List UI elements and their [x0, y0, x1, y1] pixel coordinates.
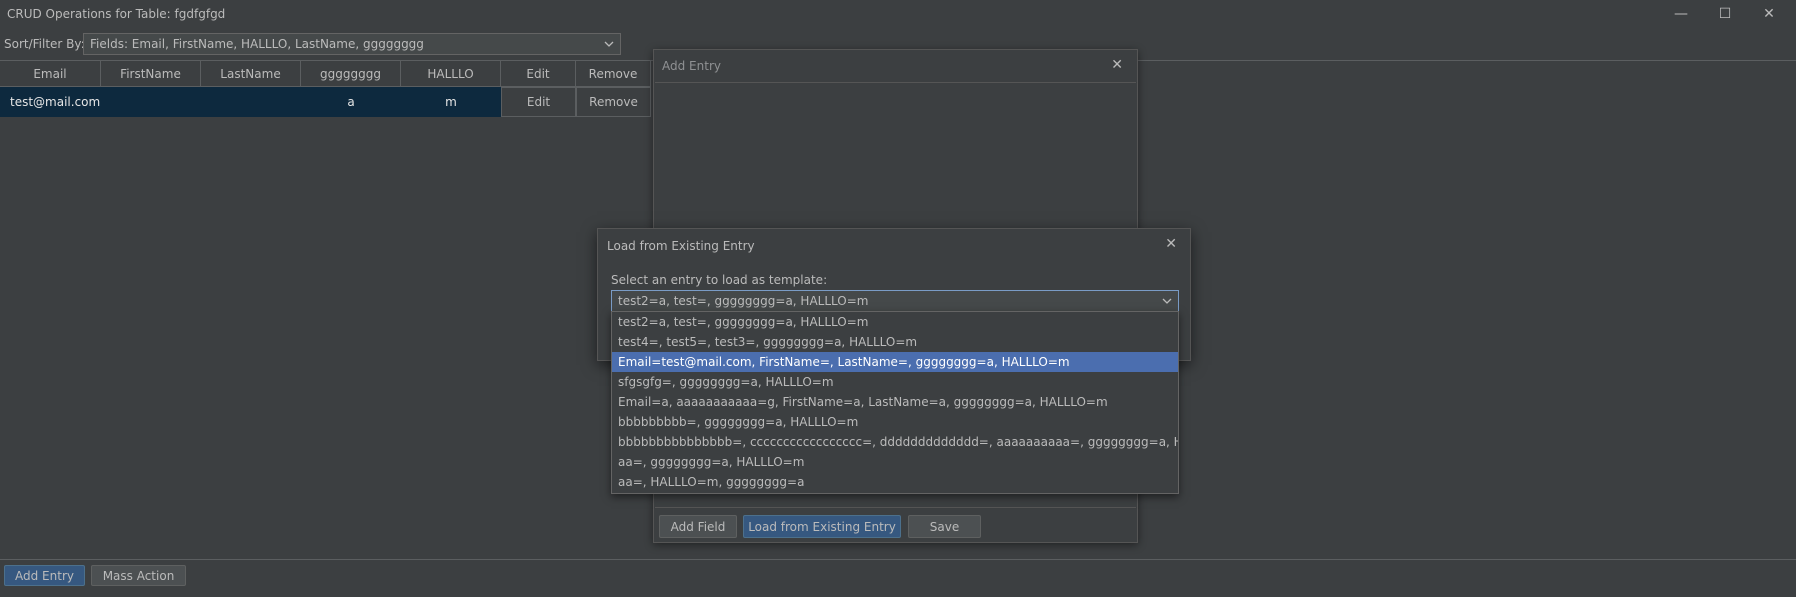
table-row[interactable]: test@mail.com a m Edit Remove	[0, 87, 651, 117]
dropdown-option[interactable]: test2=a, test=, gggggggg=a, HALLLO=m	[612, 312, 1178, 332]
column-header-firstname[interactable]: FirstName	[101, 61, 201, 87]
window-title: CRUD Operations for Table: fgdfgfgd	[7, 7, 226, 21]
window-titlebar: CRUD Operations for Table: fgdfgfgd	[0, 0, 1796, 28]
add-field-button[interactable]: Add Field	[659, 515, 737, 538]
close-icon[interactable]: ✕	[1747, 0, 1791, 28]
dropdown-option[interactable]: sfgsgfg=, gggggggg=a, HALLLO=m	[612, 372, 1178, 392]
column-header-edit[interactable]: Edit	[501, 61, 576, 87]
cell-gggggggg: a	[301, 87, 401, 117]
dropdown-option-highlighted[interactable]: Email=test@mail.com, FirstName=, LastNam…	[612, 352, 1178, 372]
save-button[interactable]: Save	[908, 515, 981, 538]
add-entry-dialog-title: Add Entry	[662, 59, 721, 73]
template-entry-dropdown: test2=a, test=, gggggggg=a, HALLLO=m tes…	[611, 311, 1179, 494]
cell-lastname	[201, 87, 301, 117]
sort-filter-combo[interactable]: Fields: Email, FirstName, HALLLO, LastNa…	[83, 33, 621, 55]
column-header-remove[interactable]: Remove	[576, 61, 651, 87]
dropdown-option[interactable]: bbbbbbbbbbbbbbb=, ccccccccccccccccc=, dd…	[612, 432, 1178, 452]
column-header-gggggggg[interactable]: gggggggg	[301, 61, 401, 87]
remove-button[interactable]: Remove	[576, 87, 651, 117]
maximize-icon[interactable]: ☐	[1703, 0, 1747, 28]
load-from-existing-button[interactable]: Load from Existing Entry	[743, 515, 901, 538]
add-entry-button[interactable]: Add Entry	[4, 565, 85, 586]
sort-filter-label: Sort/Filter By:	[4, 37, 85, 51]
dropdown-option[interactable]: Email=a, aaaaaaaaaaa=g, FirstName=a, Las…	[612, 392, 1178, 412]
load-existing-dialog-title: Load from Existing Entry	[607, 239, 755, 253]
template-entry-combo[interactable]: test2=a, test=, gggggggg=a, HALLLO=m	[611, 290, 1179, 312]
minimize-icon[interactable]: —	[1659, 0, 1703, 28]
cell-halllo: m	[401, 87, 501, 117]
cell-email: test@mail.com	[0, 87, 101, 117]
dropdown-option[interactable]: test4=, test5=, test3=, gggggggg=a, HALL…	[612, 332, 1178, 352]
column-header-halllo[interactable]: HALLLO	[401, 61, 501, 87]
chevron-down-icon	[604, 41, 614, 47]
close-icon[interactable]: ✕	[1111, 57, 1123, 73]
close-icon[interactable]: ✕	[1165, 236, 1177, 252]
column-header-lastname[interactable]: LastName	[201, 61, 301, 87]
dropdown-option[interactable]: aa=, HALLLO=m, gggggggg=a	[612, 472, 1178, 492]
chevron-down-icon	[1162, 298, 1172, 304]
dropdown-option[interactable]: bbbbbbbbb=, gggggggg=a, HALLLO=m	[612, 412, 1178, 432]
cell-firstname	[101, 87, 201, 117]
template-entry-value: test2=a, test=, gggggggg=a, HALLLO=m	[618, 294, 869, 308]
dropdown-option[interactable]: aa=, gggggggg=a, HALLLO=m	[612, 452, 1178, 472]
column-header-email[interactable]: Email	[0, 61, 101, 87]
table-header: Email FirstName LastName gggggggg HALLLO…	[0, 61, 651, 87]
mass-action-button[interactable]: Mass Action	[91, 565, 186, 586]
load-existing-prompt: Select an entry to load as template:	[611, 273, 828, 287]
sort-filter-value: Fields: Email, FirstName, HALLLO, LastNa…	[90, 37, 424, 51]
edit-button[interactable]: Edit	[501, 87, 576, 117]
